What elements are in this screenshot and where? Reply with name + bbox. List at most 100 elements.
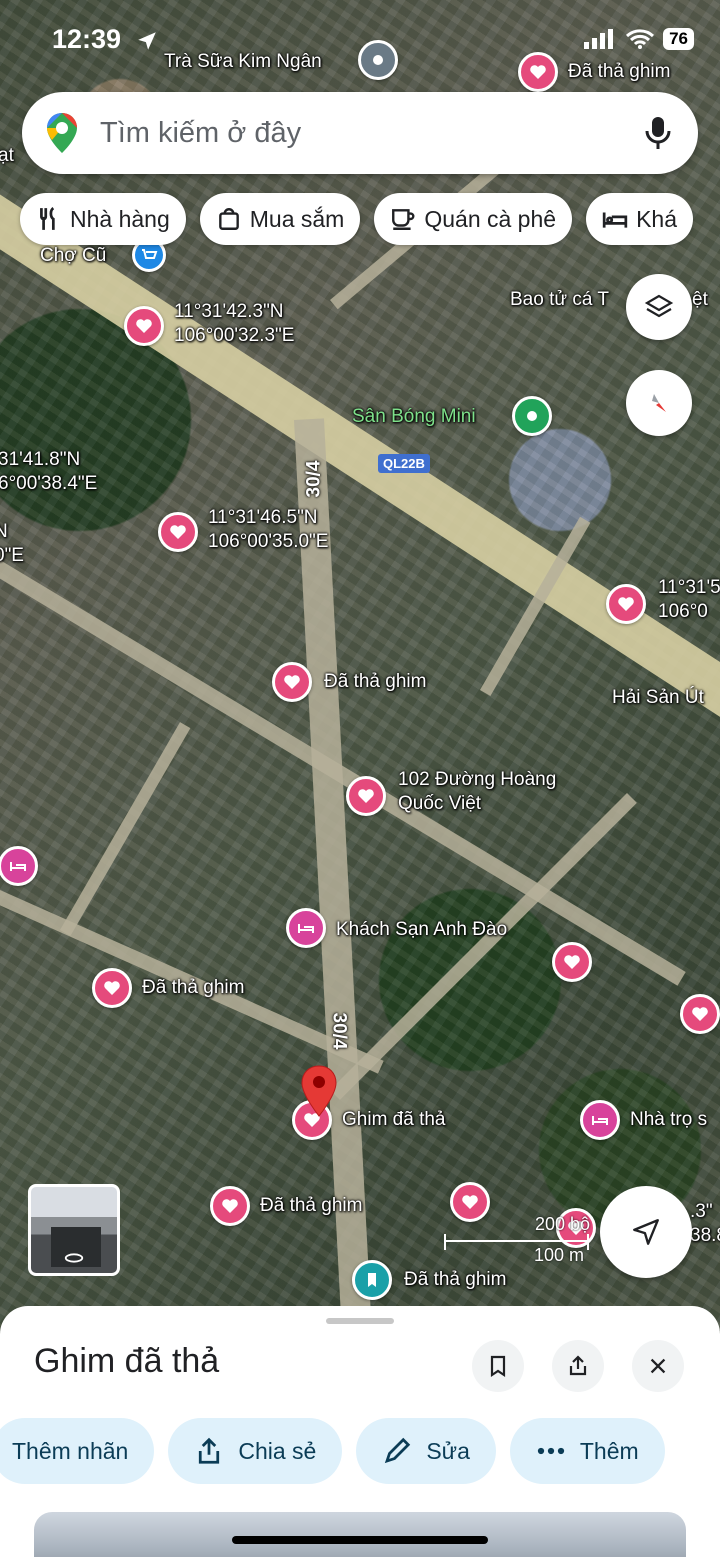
place-bottom-sheet[interactable]: Ghim đã thả Thêm nhãn Chia sẻ Sửa Thêm <box>0 1306 720 1557</box>
signal-icon <box>584 29 614 49</box>
edit-button[interactable]: Sửa <box>356 1418 496 1484</box>
wifi-icon <box>626 29 655 49</box>
scale-tick-left <box>444 1234 446 1250</box>
shopping-bag-icon <box>218 208 239 230</box>
bookmark-icon <box>368 1273 376 1287</box>
share-icon <box>199 1437 220 1464</box>
dropped-pin-coord-1[interactable] <box>124 306 164 346</box>
google-maps-logo-icon <box>47 113 77 153</box>
navigation-arrow-icon <box>633 1219 659 1245</box>
chip-hotels[interactable]: Khá <box>586 193 693 245</box>
coffee-icon <box>392 209 415 230</box>
heart-icon <box>692 1007 708 1021</box>
heart-icon <box>358 789 374 803</box>
chip-label: Mua sắm <box>249 205 345 232</box>
place-pin-hoang-quoc-viet[interactable] <box>346 776 386 816</box>
save-button[interactable] <box>472 1340 524 1392</box>
heart-icon <box>618 597 634 611</box>
scale-metric: 100 m <box>533 1245 584 1265</box>
action-label: Thêm <box>579 1437 639 1464</box>
dropped-pin-bottom-right[interactable] <box>450 1182 490 1222</box>
road-label-30-4-bottom: 30/4 <box>328 1012 350 1050</box>
layers-icon <box>644 294 674 318</box>
heart-icon <box>222 1199 238 1213</box>
place-label-bao-tu[interactable]: Bao tử cá T <box>510 288 609 312</box>
status-time: 12:39 <box>52 24 122 54</box>
heart-icon <box>564 955 580 969</box>
place-label-left-edge: ạt <box>0 145 14 166</box>
action-label: Thêm nhãn <box>12 1437 129 1464</box>
layers-button[interactable] <box>626 274 692 340</box>
chip-coffee[interactable]: Quán cà phê <box>374 193 573 245</box>
dropped-pin-left-label: Đã thả ghim <box>142 977 245 998</box>
chip-restaurants[interactable]: Nhà hàng <box>20 193 186 245</box>
place-pin-san-bong[interactable] <box>512 396 552 436</box>
coord-label-2: 31'41.8"N 6°00'38.4"E <box>0 449 98 494</box>
chip-label: Khá <box>636 205 677 232</box>
place-label-bao-tu-end: ệt <box>692 289 708 310</box>
heart-icon <box>104 981 120 995</box>
hotel-bed-icon <box>592 1116 608 1125</box>
action-label: Chia sẻ <box>238 1437 317 1464</box>
chip-label: Nhà hàng <box>70 205 170 232</box>
chip-shopping[interactable]: Mua sắm <box>199 193 361 245</box>
saved-pin-bottom[interactable] <box>352 1260 392 1300</box>
place-photo[interactable] <box>34 1512 686 1557</box>
street-view-thumbnail[interactable] <box>28 1184 120 1276</box>
place-label-cho-cu[interactable]: Chợ Cũ <box>40 244 106 268</box>
home-indicator[interactable] <box>232 1536 488 1544</box>
dropped-pin-middle[interactable] <box>272 662 312 702</box>
heart-icon <box>136 319 152 333</box>
compass-icon <box>652 394 666 412</box>
dropped-pin-right-2[interactable] <box>680 994 720 1034</box>
place-label-hai-san[interactable]: Hải Sản Út <box>612 686 704 710</box>
hotel-bed-icon <box>602 212 628 228</box>
dropped-pin-coord-3[interactable] <box>158 512 198 552</box>
dropped-pin-coord-4[interactable] <box>606 584 646 624</box>
coord-label-5: .3" 38.8 <box>690 1201 720 1246</box>
rotate-360-icon <box>64 1253 84 1263</box>
selected-pin-label: Ghim đã thả <box>342 1109 446 1130</box>
battery-level: 76 <box>663 28 694 50</box>
dropped-pin-right-1[interactable] <box>552 942 592 982</box>
scale-tick-right <box>587 1234 589 1250</box>
coord-label-1: 11°31'42.3"N 106°00'32.3"E <box>174 301 295 346</box>
chip-label: Quán cà phê <box>424 205 557 232</box>
more-button[interactable]: Thêm <box>509 1418 665 1484</box>
search-bar[interactable]: Tìm kiếm ở đây <box>22 92 698 174</box>
compass-button[interactable] <box>626 370 692 436</box>
close-icon <box>650 1358 666 1374</box>
place-label-san-bong[interactable]: Sân Bóng Mini <box>352 405 476 429</box>
action-label: Sửa <box>426 1437 470 1464</box>
hotel-pin-nha-tro[interactable] <box>580 1100 620 1140</box>
close-button[interactable] <box>632 1340 684 1392</box>
share-icon <box>569 1355 587 1376</box>
add-label-button[interactable]: Thêm nhãn <box>0 1418 155 1484</box>
dropped-pin-left[interactable] <box>92 968 132 1008</box>
saved-pin-bottom-label: Đã thả ghim <box>404 1269 507 1290</box>
action-buttons-row: Thêm nhãn Chia sẻ Sửa Thêm <box>0 1418 665 1484</box>
red-dropped-pin-icon[interactable] <box>299 1064 339 1118</box>
location-icon <box>527 411 537 421</box>
bookmark-icon <box>490 1355 506 1378</box>
sheet-drag-handle[interactable] <box>326 1318 394 1324</box>
heart-icon <box>170 525 186 539</box>
coord-label-2b: N 0"E <box>0 521 24 566</box>
scale-bar <box>444 1240 589 1242</box>
heart-icon <box>284 675 300 689</box>
hotel-pin-anh-dao[interactable] <box>286 908 326 948</box>
category-chips: Nhà hàng Mua sắm Quán cà phê Khá <box>20 193 693 245</box>
shopping-cart-icon <box>142 249 158 259</box>
search-input[interactable]: Tìm kiếm ở đây <box>100 117 644 150</box>
microphone-icon[interactable] <box>644 115 672 151</box>
heart-icon <box>530 65 546 79</box>
share-icon-button[interactable] <box>552 1340 604 1392</box>
hotel-bed-icon <box>298 924 314 933</box>
hotel-bed-icon <box>10 862 26 871</box>
location-arrow-icon <box>138 32 156 50</box>
my-location-button[interactable] <box>600 1186 692 1278</box>
place-label-nha-tro: Nhà trọ s <box>630 1109 708 1130</box>
share-button[interactable]: Chia sẻ <box>168 1418 343 1484</box>
map-scale: 200 bộ 100 m <box>444 1214 594 1270</box>
dropped-pin-bottom[interactable] <box>210 1186 250 1226</box>
